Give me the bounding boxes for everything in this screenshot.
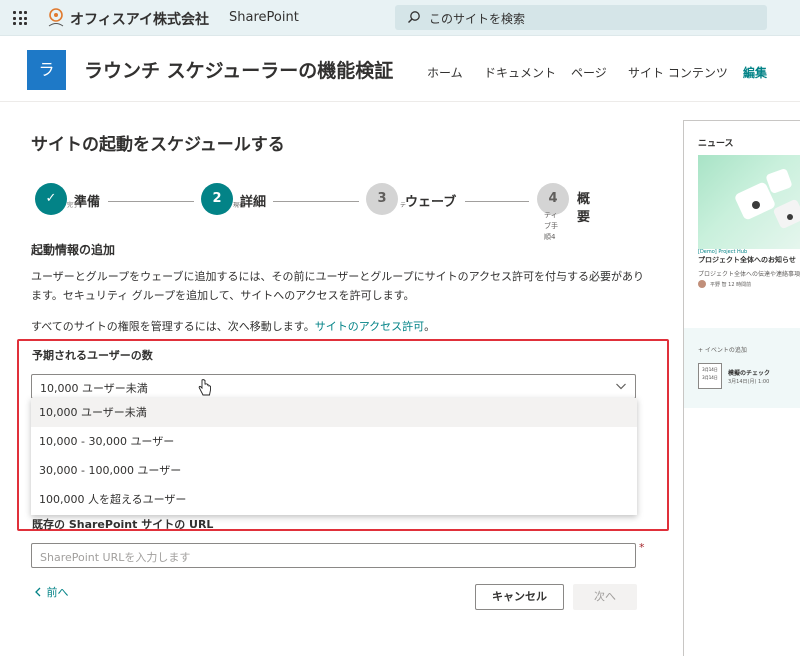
nav-pages[interactable]: ページ — [571, 64, 607, 81]
step-4-sub: ティブ手順4 — [544, 211, 558, 241]
news-image[interactable] — [698, 155, 800, 249]
hand-cursor-icon — [198, 379, 211, 396]
news-title: ニュース — [698, 139, 734, 149]
event-date-end: 3月14日 — [702, 375, 718, 380]
expected-users-options: 10,000 ユーザー未満 10,000 - 30,000 ユーザー 30,00… — [31, 398, 637, 515]
step-connector-3 — [465, 201, 529, 202]
option-10000-30000[interactable]: 10,000 - 30,000 ユーザー — [31, 427, 637, 456]
news-description: プロジェクト全体への伝達や連絡事項 — [698, 271, 800, 278]
back-button[interactable]: 前へ — [34, 584, 69, 600]
app-launcher-icon[interactable] — [13, 11, 27, 25]
chevron-down-icon — [616, 383, 626, 390]
site-title[interactable]: ラウンチ スケジューラーの機能検証 — [84, 56, 393, 83]
event-time: 3月14日(月) 1:00 — [728, 379, 770, 385]
news-panel: ニュース [Demo] Project Hub プロジェクト全体へのお知らせ プ… — [683, 120, 800, 656]
back-label: 前へ — [46, 586, 69, 599]
page-heading: サイトの起動をスケジュールする — [31, 135, 285, 155]
site-permissions-link[interactable]: サイトのアクセス許可 — [315, 320, 424, 333]
permission-text-end: 。 — [424, 320, 436, 333]
app-name[interactable]: SharePoint — [229, 10, 299, 25]
step-connector-2 — [273, 201, 359, 202]
nav-home[interactable]: ホーム — [427, 64, 463, 81]
search-placeholder: このサイトを検索 — [429, 12, 526, 26]
expected-users-value: 10,000 ユーザー未満 — [40, 382, 148, 395]
event-date-card: 3月14日 3月14日 — [698, 363, 722, 389]
news-headline[interactable]: プロジェクト全体へのお知らせ — [698, 255, 796, 265]
section-title: 起動情報の追加 — [31, 243, 116, 257]
step-3-circle: 3 — [366, 183, 398, 215]
step-3-label: ウェーブ — [405, 195, 457, 210]
suite-bar: オフィスアイ株式会社 SharePoint このサイトを検索 — [0, 0, 800, 36]
permission-paragraph: すべてのサイトの権限を管理するには、次へ移動します。サイトのアクセス許可。 — [31, 317, 651, 336]
nav-documents[interactable]: ドキュメント — [484, 64, 556, 81]
next-button[interactable]: 次へ — [573, 584, 637, 610]
nav-site-contents[interactable]: サイト コンテンツ — [628, 64, 728, 81]
step-connector-1 — [108, 201, 194, 202]
news-author: 平野 智 12 時間前 — [710, 282, 752, 288]
option-over-100000[interactable]: 100,000 人を超えるユーザー — [31, 485, 637, 514]
step-2-circle: 2 — [201, 183, 233, 215]
permission-text: すべてのサイトの権限を管理するには、次へ移動します。 — [31, 320, 315, 333]
info-paragraph: ユーザーとグループをウェーブに追加するには、その前にユーザーとグループにサイトの… — [31, 270, 645, 302]
site-header: ラ ラウンチ スケジューラーの機能検証 ホーム ドキュメント ページ サイト コ… — [0, 36, 800, 102]
event-name[interactable]: 模擬のチェック — [728, 368, 770, 377]
step-3-status: テ — [400, 202, 407, 209]
author-avatar — [698, 280, 706, 288]
expected-users-dropdown[interactable]: 10,000 ユーザー未満 — [31, 374, 636, 399]
add-event-link[interactable]: + イベントの追加 — [698, 345, 747, 354]
url-placeholder: SharePoint URLを入力します — [40, 551, 191, 564]
expected-users-label: 予期されるユーザーの数 — [32, 349, 153, 362]
step-1-check-icon: ✓ — [35, 183, 67, 215]
step-2-status: 現在 — [233, 202, 246, 209]
option-under-10000[interactable]: 10,000 ユーザー未満 — [31, 398, 637, 427]
step-4-label: 概要 — [577, 192, 591, 225]
news-illustration — [735, 168, 800, 229]
sharepoint-url-input[interactable]: SharePoint URLを入力します — [31, 543, 636, 568]
site-logo[interactable]: ラ — [27, 50, 66, 90]
company-logo-icon[interactable] — [46, 7, 66, 29]
chevron-left-icon — [35, 587, 41, 597]
url-label: 既存の SharePoint サイトの URL — [32, 518, 214, 531]
search-box[interactable]: このサイトを検索 — [395, 5, 767, 30]
nav-edit[interactable]: 編集 — [743, 64, 767, 81]
event-date-start: 3月14日 — [702, 367, 718, 372]
required-indicator: * — [639, 541, 645, 554]
company-name[interactable]: オフィスアイ株式会社 — [70, 9, 209, 29]
step-1-status: 完了 — [67, 202, 80, 209]
option-30000-100000[interactable]: 30,000 - 100,000 ユーザー — [31, 456, 637, 485]
search-icon — [408, 11, 420, 23]
cancel-button[interactable]: キャンセル — [475, 584, 564, 610]
